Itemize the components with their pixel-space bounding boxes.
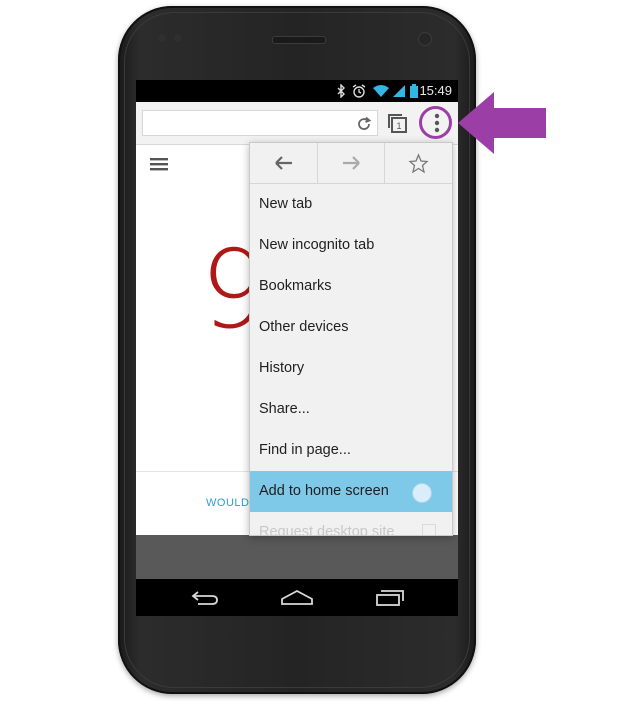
phone-screen: 15:49 1 9 WOULD New tab New incognito ta…: [136, 80, 458, 616]
menu-item-new-tab[interactable]: New tab: [250, 184, 452, 225]
menu-item-new-incognito-tab[interactable]: New incognito tab: [250, 225, 452, 266]
browser-toolbar: 1: [136, 102, 458, 145]
menu-item-history[interactable]: History: [250, 348, 452, 389]
page-link-text[interactable]: WOULD: [206, 497, 249, 509]
menu-item-label: Other devices: [259, 319, 349, 335]
sensor-left: [158, 34, 166, 42]
star-icon: [408, 153, 429, 174]
sensor-right: [174, 34, 182, 42]
menu-highlight-ring: [419, 106, 452, 139]
omnibox[interactable]: [142, 110, 378, 136]
menu-item-label: History: [259, 360, 305, 376]
menu-item-label: Bookmarks: [259, 278, 332, 294]
hamburger-menu-icon[interactable]: [150, 157, 168, 171]
menu-item-label: Request desktop site: [259, 524, 395, 536]
menu-item-label: Add to home screen: [259, 483, 389, 499]
menu-bookmark-button[interactable]: [385, 143, 452, 183]
menu-item-other-devices[interactable]: Other devices: [250, 307, 452, 348]
wifi-icon: [373, 85, 389, 97]
back-arrow-icon: [275, 156, 292, 170]
status-time: 15:49: [419, 83, 452, 98]
desktop-site-checkbox[interactable]: [422, 524, 436, 535]
pointer-arrow-icon: [458, 92, 546, 154]
battery-icon: [410, 84, 418, 98]
menu-forward-button[interactable]: [318, 143, 385, 183]
reload-icon[interactable]: [355, 115, 373, 133]
forward-arrow-icon: [343, 156, 360, 170]
menu-back-button[interactable]: [250, 143, 317, 183]
home-nav-icon[interactable]: [279, 587, 315, 607]
menu-item-request-desktop-site[interactable]: Request desktop site: [250, 512, 452, 536]
earpiece-speaker: [272, 36, 326, 44]
tab-count: 1: [396, 121, 401, 131]
front-camera: [418, 32, 432, 46]
signal-icon: [393, 85, 405, 97]
menu-item-add-to-home-screen[interactable]: Add to home screen: [250, 471, 452, 512]
menu-nav-row: [250, 143, 452, 184]
menu-item-label: Share...: [259, 401, 310, 417]
back-nav-icon[interactable]: [186, 587, 222, 607]
page-footer-area: [136, 535, 458, 579]
menu-item-label: Find in page...: [259, 442, 351, 458]
touch-indicator: [412, 483, 432, 503]
alarm-icon: [352, 84, 366, 98]
menu-item-label: New tab: [259, 196, 313, 212]
menu-item-label: New incognito tab: [259, 237, 375, 253]
overflow-menu: New tab New incognito tab Bookmarks Othe…: [249, 142, 453, 536]
system-nav-bar: [136, 579, 458, 616]
status-bar: 15:49: [136, 80, 458, 102]
bluetooth-icon: [337, 84, 345, 98]
menu-item-share[interactable]: Share...: [250, 389, 452, 430]
menu-item-bookmarks[interactable]: Bookmarks: [250, 266, 452, 307]
menu-item-find-in-page[interactable]: Find in page...: [250, 430, 452, 471]
tabs-icon[interactable]: 1: [386, 112, 408, 134]
recents-nav-icon[interactable]: [372, 587, 408, 607]
